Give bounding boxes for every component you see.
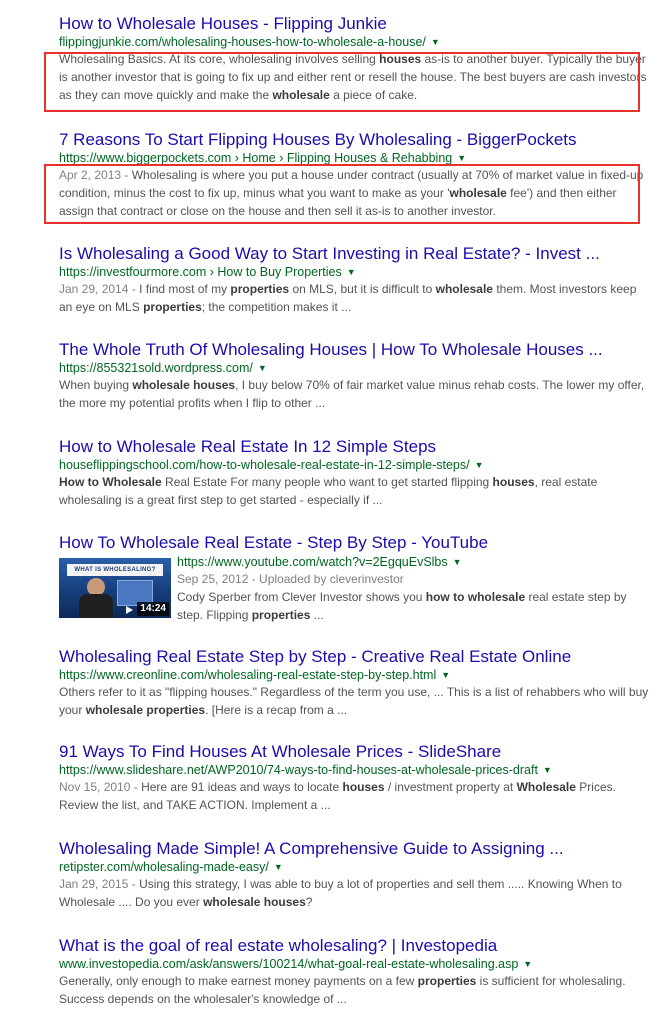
result-url-text: https://855321sold.wordpress.com/ [59,361,253,375]
result-title-link[interactable]: How to Wholesale Real Estate In 12 Simpl… [59,437,649,457]
snippet-bold-term: properties [230,282,290,296]
snippet-text: Cody Sperber from Clever Investor shows … [177,590,426,604]
snippet-text: Using this strategy, I was able to buy a… [59,877,622,909]
thumbnail-caption: WHAT IS WHOLESALING? [67,564,163,576]
snippet-text: Generally, only enough to make earnest m… [59,974,418,988]
result-date: Jan 29, 2014 - [59,282,140,296]
result-url: retipster.com/wholesaling-made-easy/ ▼ [59,859,649,875]
snippet-text: . [Here is a recap from a ... [205,703,348,717]
result-url-text: https://www.slideshare.net/AWP2010/74-wa… [59,763,538,777]
snippet-bold-term: properties [417,974,477,988]
result-url: https://www.youtube.com/watch?v=2EgquEvS… [177,554,649,570]
result-title-link[interactable]: How To Wholesale Real Estate - Step By S… [59,533,649,553]
snippet-text: ? [305,895,313,909]
dropdown-arrow-icon[interactable]: ▼ [543,765,552,775]
result-title-link[interactable]: The Whole Truth Of Wholesaling Houses | … [59,340,649,360]
dropdown-arrow-icon[interactable]: ▼ [258,363,267,373]
highlight-annotation-box [44,52,640,112]
snippet-bold-term: houses [342,780,385,794]
result-url-text: houseflippingschool.com/how-to-wholesale… [59,458,470,472]
result-snippet: Jan 29, 2014 - I find most of my propert… [59,280,649,316]
search-results: How to Wholesale Houses - Flipping Junki… [0,0,665,1024]
dropdown-arrow-icon[interactable]: ▼ [453,557,462,567]
result-url-text: https://investfourmore.com › How to Buy … [59,265,342,279]
video-meta: Sep 25, 2012 - Uploaded by cleverinvesto… [177,570,649,588]
search-result: The Whole Truth Of Wholesaling Houses | … [59,340,649,412]
result-snippet: Others refer to it as "flipping houses."… [59,683,649,719]
search-result: Wholesaling Real Estate Step by Step - C… [59,647,649,719]
dropdown-arrow-icon[interactable]: ▼ [523,959,532,969]
result-url: https://www.slideshare.net/AWP2010/74-wa… [59,762,649,778]
snippet-text: ; the competition makes it ... [201,300,352,314]
dropdown-arrow-icon[interactable]: ▼ [475,460,484,470]
search-result-video: How To Wholesale Real Estate - Step By S… [59,533,649,624]
dropdown-arrow-icon[interactable]: ▼ [347,267,356,277]
result-url: flippingjunkie.com/wholesaling-houses-ho… [59,34,649,50]
result-snippet: Nov 15, 2010 - Here are 91 ideas and way… [59,778,649,814]
result-date: Jan 29, 2015 - [59,877,140,891]
search-result: What is the goal of real estate wholesal… [59,936,649,1008]
result-date: Nov 15, 2010 - [59,780,142,794]
result-title-link[interactable]: Wholesaling Real Estate Step by Step - C… [59,647,649,667]
search-result: 91 Ways To Find Houses At Wholesale Pric… [59,742,649,814]
search-result: How to Wholesale Real Estate In 12 Simpl… [59,437,649,509]
result-snippet: How to Wholesale Real Estate For many pe… [59,473,649,509]
result-title-link[interactable]: 7 Reasons To Start Flipping Houses By Wh… [59,130,649,150]
dropdown-arrow-icon[interactable]: ▼ [457,153,466,163]
result-url: www.investopedia.com/ask/answers/100214/… [59,956,649,972]
result-url-text: retipster.com/wholesaling-made-easy/ [59,860,269,874]
video-upload-info: Sep 25, 2012 - Uploaded by cleverinvesto… [177,572,404,586]
result-title-link[interactable]: Wholesaling Made Simple! A Comprehensive… [59,839,649,859]
snippet-bold-term: how to wholesale [425,590,526,604]
presenter-body-shape [79,594,113,618]
snippet-bold-term: wholesale properties [85,703,206,717]
result-url: https://investfourmore.com › How to Buy … [59,264,649,280]
dropdown-arrow-icon[interactable]: ▼ [274,862,283,872]
snippet-text: ... [310,608,324,622]
result-url: houseflippingschool.com/how-to-wholesale… [59,457,649,473]
result-url-text: https://www.creonline.com/wholesaling-re… [59,668,437,682]
snippet-text: I find most of my [139,282,231,296]
snippet-bold-term: wholesale [435,282,493,296]
result-snippet: Generally, only enough to make earnest m… [59,972,649,1008]
result-title-link[interactable]: Is Wholesaling a Good Way to Start Inves… [59,244,649,264]
snippet-bold-term: properties [251,608,311,622]
snippet-text: Here are 91 ideas and ways to locate [141,780,343,794]
snippet-text: When buying [59,378,133,392]
result-title-link[interactable]: How to Wholesale Houses - Flipping Junki… [59,14,649,34]
result-snippet: Cody Sperber from Clever Investor shows … [177,588,649,624]
snippet-bold-term: wholesale houses [203,895,306,909]
snippet-bold-term: wholesale houses [132,378,236,392]
search-result: Wholesaling Made Simple! A Comprehensive… [59,839,649,911]
result-title-link[interactable]: 91 Ways To Find Houses At Wholesale Pric… [59,742,649,762]
result-url-text: https://www.biggerpockets.com › Home › F… [59,151,453,165]
snippet-bold-term: properties [143,300,202,314]
result-url-text: https://www.youtube.com/watch?v=2EgquEvS… [177,555,448,569]
result-url: https://www.creonline.com/wholesaling-re… [59,667,649,683]
dropdown-arrow-icon[interactable]: ▼ [431,37,440,47]
snippet-text: on MLS, but it is difficult to [289,282,436,296]
video-result-body: WHAT IS WHOLESALING? 14:24 https://www.y… [59,554,649,624]
snippet-bold-term: How to Wholesale [59,475,162,489]
result-snippet: When buying wholesale houses, I buy belo… [59,376,649,412]
snippet-bold-term: Wholesale [516,780,576,794]
result-url-text: flippingjunkie.com/wholesaling-houses-ho… [59,35,426,49]
result-snippet: Jan 29, 2015 - Using this strategy, I wa… [59,875,649,911]
snippet-text: Real Estate For many people who want to … [161,475,493,489]
video-thumbnail[interactable]: WHAT IS WHOLESALING? 14:24 [59,558,171,618]
video-info: https://www.youtube.com/watch?v=2EgquEvS… [177,554,649,624]
snippet-text: / investment property at [384,780,517,794]
video-duration: 14:24 [137,602,169,616]
search-result: Is Wholesaling a Good Way to Start Inves… [59,244,649,316]
result-title-link[interactable]: What is the goal of real estate wholesal… [59,936,649,956]
dropdown-arrow-icon[interactable]: ▼ [441,670,450,680]
highlight-annotation-box [44,164,640,224]
result-url: https://855321sold.wordpress.com/ ▼ [59,360,649,376]
snippet-bold-term: houses [492,475,535,489]
result-url-text: www.investopedia.com/ask/answers/100214/… [59,957,519,971]
play-icon [126,606,133,614]
